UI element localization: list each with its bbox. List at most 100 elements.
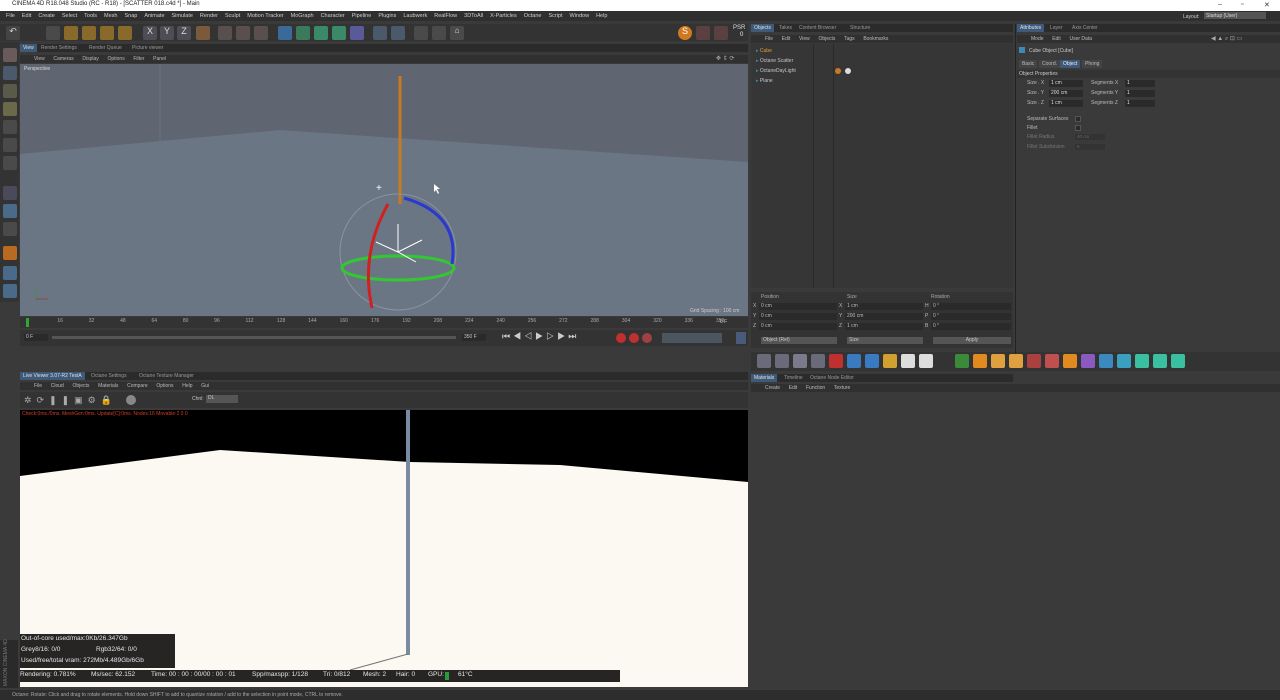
coord-rotation-field[interactable]: 0 ° [931, 313, 1011, 320]
scale-tool-icon[interactable] [82, 26, 96, 40]
array-icon[interactable] [332, 26, 346, 40]
s-plugin-icon[interactable]: S [678, 26, 692, 40]
separate-surfaces-checkbox[interactable] [1075, 116, 1081, 122]
tab-materials[interactable]: Materials [751, 374, 778, 382]
tab-picture-viewer[interactable]: Picture viewer [129, 44, 166, 52]
lv-menu-materials[interactable]: Materials [98, 383, 118, 389]
octane-tool-icon[interactable] [793, 354, 807, 368]
coord-position-field[interactable]: 0 cm [759, 313, 837, 320]
autokey-icon[interactable] [629, 333, 639, 343]
octane-tool-icon[interactable] [937, 354, 951, 368]
lv-menu-options[interactable]: Options [156, 383, 173, 389]
viewport-menu-options[interactable]: Options [107, 56, 124, 62]
texture-mode-icon[interactable] [3, 84, 17, 98]
menu-edit[interactable]: Edit [22, 12, 31, 19]
end-frame-field[interactable]: 350 F [462, 334, 486, 341]
range-slider[interactable] [52, 336, 456, 339]
timeline-playhead[interactable] [26, 318, 29, 327]
mat-menu-function[interactable]: Function [806, 385, 825, 391]
channel-select[interactable]: DL [206, 395, 238, 403]
fillet-subdivision-field[interactable]: 5 [1075, 144, 1105, 150]
grid-icon[interactable] [3, 266, 17, 280]
menu-character[interactable]: Character [321, 12, 345, 19]
y-axis-icon[interactable]: Y [160, 26, 174, 40]
menu-plugins[interactable]: Plugins [378, 12, 396, 19]
subdivision-icon[interactable] [314, 26, 328, 40]
live-viewer-render[interactable]: Check:0ms./0ms. MeshGen:0ms. Update[C]:0… [20, 410, 748, 687]
menu-x-particles[interactable]: X-Particles [490, 12, 517, 19]
render-picture-icon[interactable] [236, 26, 250, 40]
obj-menu-tags[interactable]: Tags [844, 36, 855, 42]
octane-tool-icon[interactable] [973, 354, 987, 368]
attr-segments-field[interactable]: 1 [1125, 90, 1155, 97]
plugin2-icon[interactable] [714, 26, 728, 40]
tab-objects[interactable]: Objects [751, 24, 774, 32]
subtab-basic[interactable]: Basic [1019, 60, 1038, 68]
menu-tools[interactable]: Tools [84, 12, 97, 19]
obj-menu-objects[interactable]: Objects [818, 36, 835, 42]
menu-help[interactable]: Help [596, 12, 607, 19]
daylight-tag-icon[interactable] [845, 68, 851, 74]
menu-simulate[interactable]: Simulate [172, 12, 193, 19]
octane-tool-icon[interactable] [865, 354, 879, 368]
attr-size-field[interactable]: 1 cm [1049, 100, 1083, 107]
coord-mode-select[interactable]: Object (Rel) [761, 337, 837, 344]
octane-tool-icon[interactable] [1117, 354, 1131, 368]
workplane-icon[interactable] [3, 102, 17, 116]
attr-menu-user-data[interactable]: User Data [1069, 36, 1092, 42]
coord-system-icon[interactable] [196, 26, 210, 40]
subtab-phong[interactable]: Phong [1082, 60, 1103, 68]
menu-pipeline[interactable]: Pipeline [352, 12, 372, 19]
lv-menu-gui[interactable]: Gui [201, 383, 209, 389]
menu-sculpt[interactable]: Sculpt [225, 12, 240, 19]
pen-icon[interactable] [296, 26, 310, 40]
timeline-ruler[interactable]: 0163248648096112128144160176192208224240… [20, 317, 748, 328]
z-axis-icon[interactable]: Z [177, 26, 191, 40]
key-mode-icons[interactable] [662, 333, 722, 343]
tab-octane-node-editor[interactable]: Octane Node Editor [807, 374, 857, 382]
menu-laubwerk[interactable]: Laubwerk [403, 12, 427, 19]
object-row-octane-daylight[interactable]: ▸ OctaneDayLight [756, 68, 796, 74]
coord-size-field[interactable]: 1 cm [845, 303, 923, 310]
camera-icon[interactable] [391, 26, 405, 40]
octane-tool-icon[interactable] [847, 354, 861, 368]
menu-file[interactable]: File [6, 12, 15, 19]
attr-size-field[interactable]: 1 cm [1049, 80, 1083, 87]
make-editable-icon[interactable] [3, 48, 17, 62]
obj-menu-view[interactable]: View [799, 36, 810, 42]
tab-layer[interactable]: Layer [1047, 24, 1066, 32]
fillet-radius-field[interactable]: 40 cm [1075, 134, 1105, 140]
check-fillet[interactable]: Fillet [1027, 125, 1038, 131]
menu-snap[interactable]: Snap [124, 12, 137, 19]
keyframe-sel-icon[interactable] [642, 333, 652, 343]
octane-icon[interactable] [414, 26, 428, 40]
octane-tool-icon[interactable] [1063, 354, 1077, 368]
mat-menu-edit[interactable]: Edit [789, 385, 798, 391]
octane-tool-icon[interactable] [775, 354, 789, 368]
octane-tool-icon[interactable] [829, 354, 843, 368]
octane-tool-icon[interactable] [1027, 354, 1041, 368]
obj-menu-file[interactable]: File [765, 36, 773, 42]
coord-rotation-field[interactable]: 0 ° [931, 303, 1011, 310]
octane-tag-icon[interactable] [835, 68, 841, 74]
tab-content-browser[interactable]: Content Browser [796, 24, 839, 32]
viewport-menu-cameras[interactable]: Cameras [53, 56, 73, 62]
object-row-octane-scatter[interactable]: ▸ Octane Scatter [756, 58, 793, 64]
menu-create[interactable]: Create [38, 12, 55, 19]
rotate-tool-icon[interactable] [100, 26, 114, 40]
render-view-icon[interactable] [218, 26, 232, 40]
tab-view[interactable]: View [20, 44, 37, 52]
lock-workplane-icon[interactable] [3, 284, 17, 298]
gear-icon[interactable] [432, 26, 446, 40]
transport-controls[interactable]: ⏮◀◁▶▷▶⏭ [502, 331, 579, 342]
undo-icon[interactable]: ↶ [6, 26, 20, 40]
tab-live-viewer[interactable]: Live Viewer 3.07-R2 TestA [20, 372, 85, 380]
octane-tool-icon[interactable] [1153, 354, 1167, 368]
coord-position-field[interactable]: 0 cm [759, 303, 837, 310]
enable-axis-icon[interactable] [3, 186, 17, 200]
mat-menu-create[interactable]: Create [765, 385, 780, 391]
start-frame-field[interactable]: 0 F [24, 334, 48, 341]
lv-menu-objects[interactable]: Objects [72, 383, 89, 389]
tab-structure[interactable]: Structure [847, 24, 873, 32]
menu-render[interactable]: Render [200, 12, 218, 19]
